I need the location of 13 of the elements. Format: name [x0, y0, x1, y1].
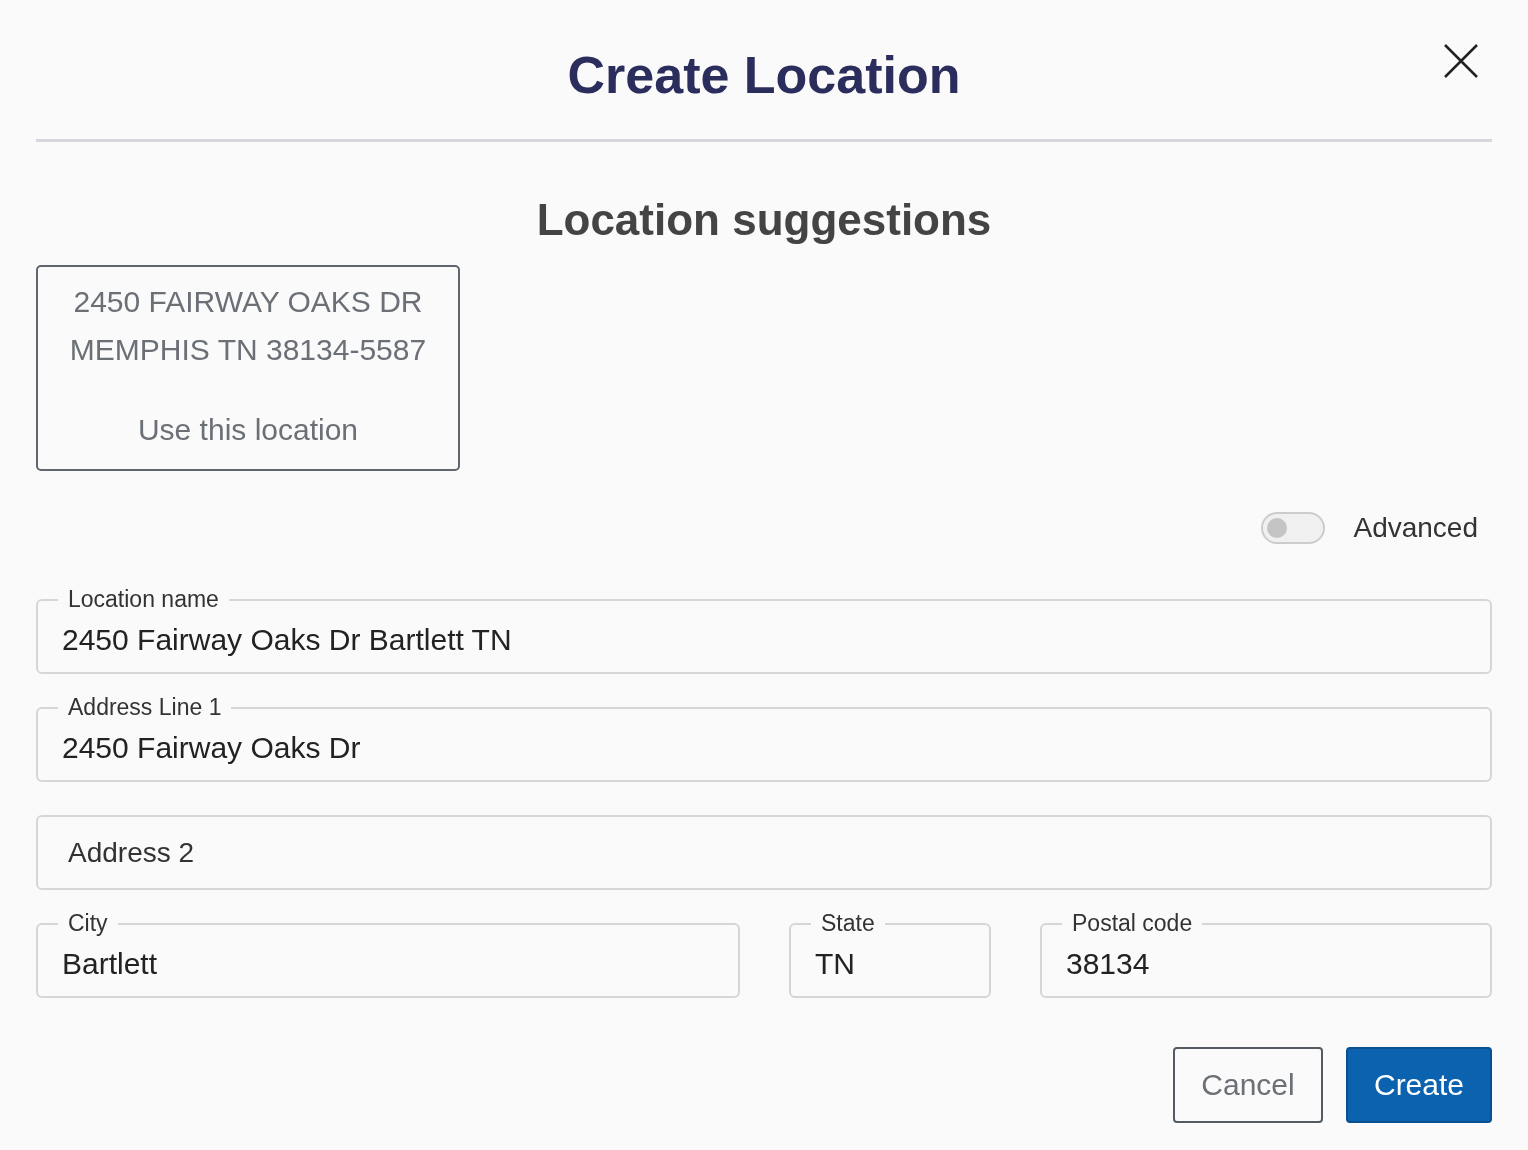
- suggestion-card[interactable]: 2450 FAIRWAY OAKS DR MEMPHIS TN 38134-5587 Use this location: [36, 265, 460, 471]
- create-button[interactable]: Create: [1346, 1047, 1492, 1123]
- field-label: City: [58, 910, 118, 936]
- toggle-switch[interactable]: [1261, 512, 1326, 544]
- close-icon: [1444, 44, 1478, 78]
- address-line: 2450 FAIRWAY OAKS DR: [72, 284, 424, 320]
- toggle-label: Advanced: [1353, 512, 1478, 544]
- input-field[interactable]: Address 2: [36, 815, 1492, 890]
- section-heading: Location suggestions: [535, 194, 993, 246]
- address-line: MEMPHIS TN 38134-5587: [68, 332, 428, 368]
- use-location-link[interactable]: Use this location: [62, 406, 434, 454]
- cancel-button[interactable]: Cancel: [1173, 1047, 1323, 1123]
- dialog-title: Create Location: [567, 45, 961, 106]
